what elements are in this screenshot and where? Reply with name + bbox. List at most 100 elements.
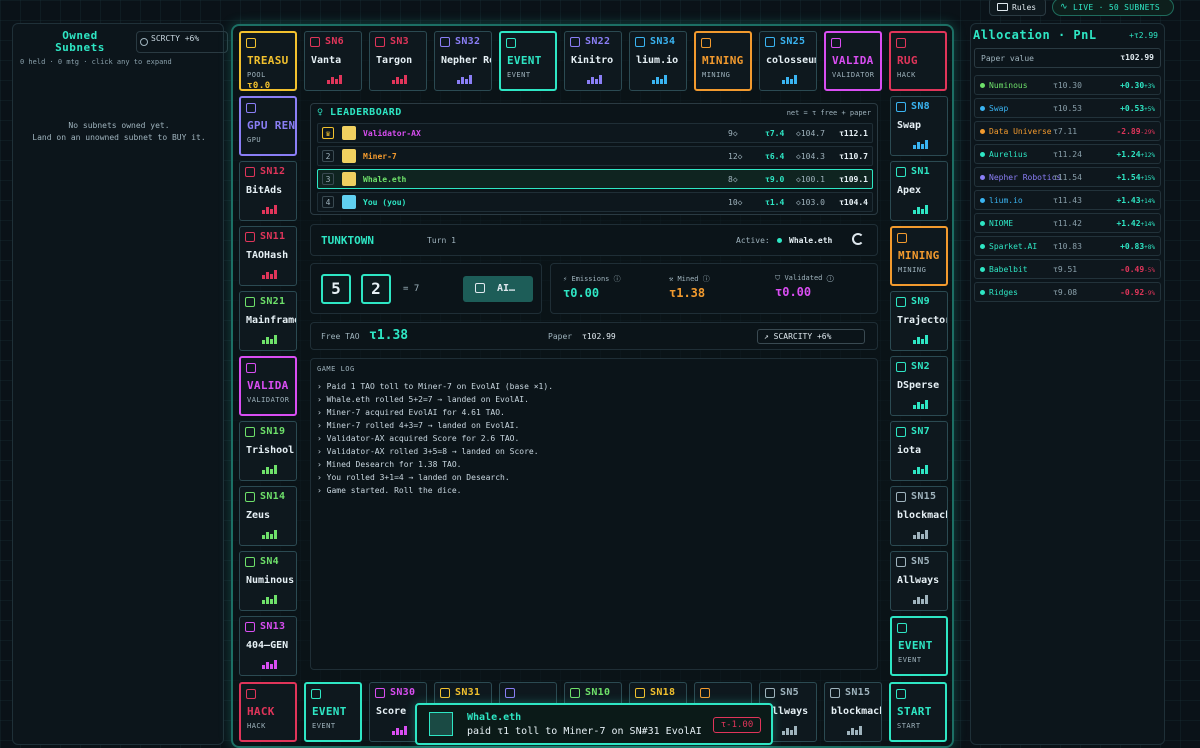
change-value: +0.83 — [1120, 242, 1145, 251]
board-tile-start[interactable]: START START — [889, 682, 947, 742]
board-tile-subnet[interactable]: SN12 BitAds — [239, 161, 297, 221]
board-tile-subnet[interactable]: SN1 Apex — [890, 161, 948, 221]
board-tile-subnet[interactable]: SN3 Targon — [369, 31, 427, 91]
board-tile-subnet[interactable]: SN5 Allways — [890, 551, 948, 611]
player-paper: ◇104.7 — [796, 129, 825, 138]
tile-title: HACK — [247, 705, 275, 718]
toast-message: paid τ1 toll to Miner-7 on SN#31 EvolAI — [467, 726, 702, 737]
spark-bar — [782, 80, 785, 84]
subnet-id: SN31 — [455, 687, 481, 698]
rules-button[interactable]: Rules — [989, 0, 1046, 16]
tile-type-icon — [246, 38, 256, 48]
chip-icon — [896, 492, 906, 502]
spark-bar — [469, 75, 472, 84]
change-value: +1.42 — [1116, 219, 1141, 228]
emissions-label-text: Emissions — [571, 275, 610, 283]
spark-bar — [591, 77, 594, 84]
allocation-row[interactable]: Swap τ10.53 +0.53+5% — [974, 98, 1161, 118]
board-tile-subnet[interactable]: SN13 404—GEN — [239, 616, 297, 676]
log-line: › Validator-AX acquired Score for 2.6 TA… — [317, 434, 520, 443]
board-tile-subnet[interactable]: SN25 colosseum — [759, 31, 817, 91]
spark-bar — [855, 730, 858, 735]
allocation-row[interactable]: Aurelius τ11.24 +1.24+12% — [974, 144, 1161, 164]
tile-title: RUG — [897, 54, 918, 67]
active-dot — [777, 238, 782, 243]
tile-type-icon — [246, 689, 256, 699]
price-sparkline — [587, 75, 602, 84]
allocation-row[interactable]: NIOME τ11.42 +1.42+14% — [974, 213, 1161, 233]
validated-stat: ⛉ Validated ⓘ τ0.00 — [775, 274, 875, 299]
board-tile-subnet[interactable]: SN2 DSperse — [890, 356, 948, 416]
board-tile-subnet[interactable]: SN19 Trishool — [239, 421, 297, 481]
allocation-row[interactable]: Babelbit τ9.51 -0.49-5% — [974, 259, 1161, 279]
leaderboard-row[interactable]: 3 Whale.eth 8◇ τ9.0 ◇100.1 τ109.1 — [317, 169, 873, 189]
spark-bar — [266, 272, 269, 279]
board-tile-subnet[interactable]: SN15 blockmachine — [890, 486, 948, 546]
board-tile-subnet[interactable]: SN14 Zeus — [239, 486, 297, 546]
allocation-row[interactable]: Sparket.AI τ10.83 +0.83+8% — [974, 236, 1161, 256]
change-value: +1.54 — [1116, 173, 1141, 182]
allocation-row[interactable]: lium.io τ11.43 +1.43+14% — [974, 190, 1161, 210]
change-percent: +15% — [1140, 175, 1155, 182]
board-tile-subnet[interactable]: SN15 blockmachine — [824, 682, 882, 742]
chip-icon — [245, 622, 255, 632]
board-tile-gpu[interactable]: GPU RENTAL GPU — [239, 96, 297, 156]
spark-bar — [925, 465, 928, 474]
board-tile-subnet[interactable]: SN4 Numinous — [239, 551, 297, 611]
price-sparkline — [913, 595, 928, 604]
board-tile-validator[interactable]: VALIDA VALIDATOR — [239, 356, 297, 416]
allocation-change: +1.43+14% — [1116, 196, 1155, 205]
chip-icon — [245, 557, 255, 567]
log-line: › Game started. Roll the dice. — [317, 486, 462, 495]
change-percent: -29% — [1140, 129, 1155, 136]
spark-bar — [599, 75, 602, 84]
refresh-icon[interactable] — [852, 233, 864, 245]
board-tile-mining[interactable]: MINING MINING — [890, 226, 948, 286]
board-tile-subnet[interactable]: SN7 iota — [890, 421, 948, 481]
board-tile-subnet[interactable]: SN8 Swap — [890, 96, 948, 156]
board-tile-event[interactable]: EVENT EVENT — [304, 682, 362, 742]
board-tile-subnet[interactable]: SN22 Kinitro — [564, 31, 622, 91]
ai-button[interactable]: AI… — [463, 276, 533, 302]
chip-icon — [375, 37, 385, 47]
allocation-change: +1.24+12% — [1116, 150, 1155, 159]
chip-icon — [245, 167, 255, 177]
allocation-row[interactable]: Ridges τ9.08 -0.92-9% — [974, 282, 1161, 302]
allocation-row[interactable]: Numinous τ10.30 +0.30+3% — [974, 75, 1161, 95]
chip-icon — [830, 688, 840, 698]
subnet-id: SN34 — [650, 36, 676, 47]
change-percent: +14% — [1140, 198, 1155, 205]
board-tile-hack[interactable]: HACK HACK — [239, 682, 297, 742]
chip-icon — [896, 427, 906, 437]
allocation-name: Ridges — [989, 288, 1018, 297]
board-tile-mining[interactable]: MINING MINING — [694, 31, 752, 91]
mined-label: ⚒ Mined ⓘ — [669, 275, 710, 283]
board-tile-pool[interactable]: TREASU POOL τ0.0 — [239, 31, 297, 91]
board-tile-hack[interactable]: RUG HACK — [889, 31, 947, 91]
owned-subnets-title: Owned Subnets — [55, 29, 105, 54]
tile-type-icon — [311, 689, 321, 699]
allocation-name: Sparket.AI — [989, 242, 1038, 251]
subnet-id: SN22 — [585, 36, 611, 47]
allocation-row[interactable]: Data Universe τ7.11 -2.89-29% — [974, 121, 1161, 141]
board-tile-event[interactable]: EVENT EVENT — [890, 616, 948, 676]
board-tile-event[interactable]: EVENT EVENT — [499, 31, 557, 91]
board-tile-validator[interactable]: VALIDA VALIDATOR — [824, 31, 882, 91]
change-value: -2.89 — [1116, 127, 1141, 136]
board-tile-subnet[interactable]: SN6 Vanta — [304, 31, 362, 91]
player-total: τ112.1 — [839, 129, 868, 138]
board-tile-subnet[interactable]: SN34 lium.io — [629, 31, 687, 91]
board-tile-subnet[interactable]: SN11 TAOHash — [239, 226, 297, 286]
leaderboard-row[interactable]: ♛ Validator-AX 9◇ τ7.4 ◇104.7 τ112.1 — [317, 123, 873, 143]
leaderboard-row[interactable]: 4 You (you) 10◇ τ1.4 ◇103.0 τ104.4 — [317, 192, 873, 212]
spark-bar — [461, 77, 464, 84]
allocation-row[interactable]: Nepher Robotics τ11.54 +1.54+15% — [974, 167, 1161, 187]
board-tile-subnet[interactable]: SN21 Mainframe — [239, 291, 297, 351]
chip-icon — [245, 232, 255, 242]
spark-bar — [921, 144, 924, 149]
board-tile-subnet[interactable]: SN32 Nepher Robotics — [434, 31, 492, 91]
leaderboard-row[interactable]: 2 Miner-7 12◇ τ6.4 ◇104.3 τ110.7 — [317, 146, 873, 166]
board-tile-subnet[interactable]: SN9 Trajectory — [890, 291, 948, 351]
chip-icon — [375, 688, 385, 698]
spark-bar — [925, 205, 928, 214]
